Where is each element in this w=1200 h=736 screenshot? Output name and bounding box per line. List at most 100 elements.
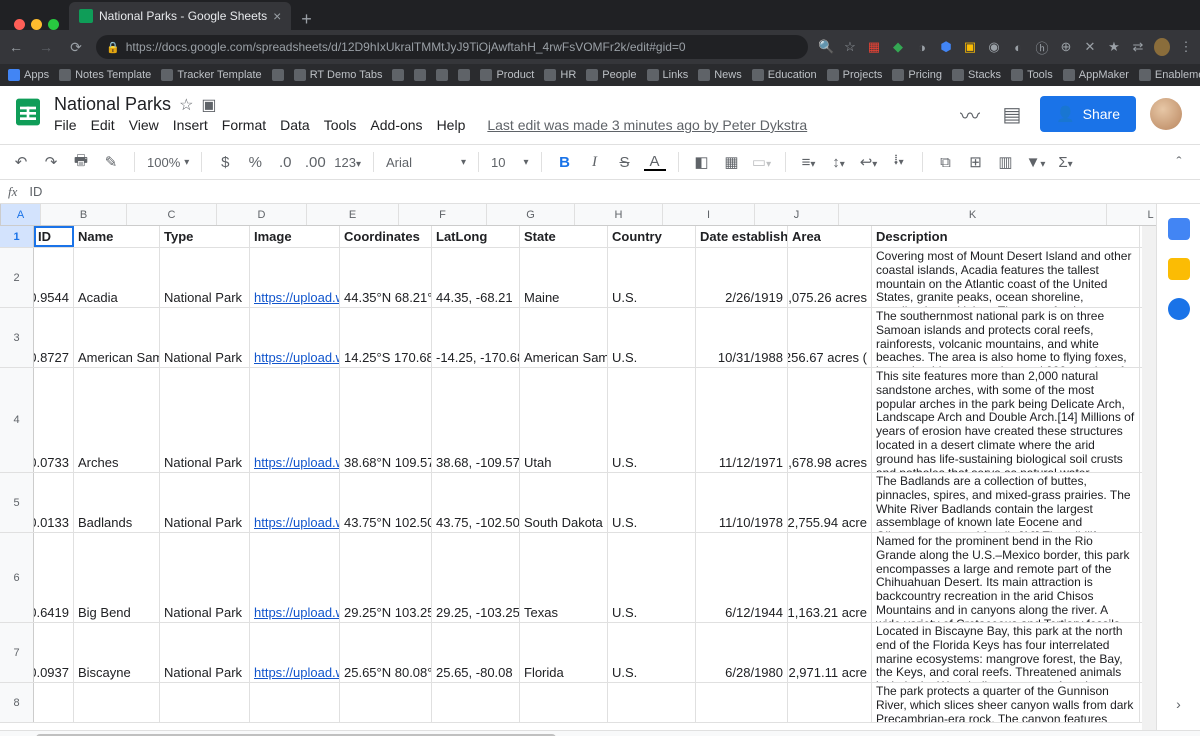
header-cell[interactable]: Date established <box>696 226 788 247</box>
fill-color-icon[interactable]: ◧ <box>691 153 713 171</box>
cell[interactable]: 0.8727 <box>34 308 74 367</box>
cell[interactable] <box>160 683 250 722</box>
filter-icon[interactable]: ▼▾ <box>1025 154 1047 171</box>
cell[interactable]: 801,163.21 acre <box>788 533 872 622</box>
header-cell[interactable]: LatLong <box>432 226 520 247</box>
col-header[interactable]: C <box>127 204 217 225</box>
header-cell[interactable]: Country <box>608 226 696 247</box>
row-header[interactable]: 1 <box>0 226 34 247</box>
cell[interactable]: 44.35, -68.21 <box>432 248 520 307</box>
menu-view[interactable]: View <box>129 117 159 133</box>
bookmark-item[interactable] <box>272 69 284 81</box>
header-cell[interactable]: ID <box>34 226 74 247</box>
decrease-decimal-icon[interactable]: .0 <box>274 154 296 171</box>
minimize-window-icon[interactable] <box>31 19 42 30</box>
activity-icon[interactable]: 〰 <box>956 100 984 129</box>
vertical-scrollbar[interactable] <box>1142 226 1156 730</box>
cell[interactable]: Arches <box>74 368 160 472</box>
cell[interactable]: 0.0133 <box>34 473 74 532</box>
cell[interactable]: National Park <box>160 533 250 622</box>
bookmark-item[interactable] <box>436 69 448 81</box>
ext-icon[interactable]: ☆ <box>842 39 858 55</box>
ext-icon[interactable]: 🔍 <box>818 39 834 55</box>
bookmark-item[interactable]: Education <box>752 69 817 81</box>
cell[interactable] <box>74 683 160 722</box>
close-tab-icon[interactable]: × <box>273 8 281 24</box>
cell[interactable]: 172,971.11 acre <box>788 623 872 682</box>
cell[interactable]: U.S. <box>608 368 696 472</box>
address-bar[interactable]: 🔒 https://docs.google.com/spreadsheets/d… <box>96 35 808 59</box>
col-header[interactable]: J <box>755 204 839 225</box>
cell[interactable]: 14.25°S 170.68 <box>340 308 432 367</box>
comments-icon[interactable]: ▤ <box>998 102 1026 127</box>
cell[interactable]: The park protects a quarter of the Gunni… <box>872 683 1140 722</box>
col-header[interactable]: B <box>41 204 127 225</box>
cell[interactable]: https://upload.wi <box>250 473 340 532</box>
ext-icon[interactable]: ◐ <box>1010 40 1026 55</box>
cell[interactable]: Big Bend <box>74 533 160 622</box>
cell[interactable]: https://upload.wi <box>250 533 340 622</box>
profile-avatar-icon[interactable] <box>1154 38 1170 56</box>
menu-format[interactable]: Format <box>222 117 266 133</box>
back-icon[interactable]: ← <box>6 39 26 55</box>
cell[interactable]: National Park <box>160 368 250 472</box>
cell[interactable] <box>520 683 608 722</box>
cell[interactable]: This site features more than 2,000 natur… <box>872 368 1140 472</box>
cell[interactable]: Biscayne <box>74 623 160 682</box>
bold-icon[interactable]: B <box>554 154 576 171</box>
cell[interactable] <box>696 683 788 722</box>
cell[interactable]: 0.0937 <box>34 623 74 682</box>
horizontal-scrollbar[interactable] <box>0 730 1200 736</box>
cell[interactable] <box>34 683 74 722</box>
forward-icon[interactable]: → <box>36 39 56 55</box>
bookmark-item[interactable]: Tools <box>1011 69 1053 81</box>
row-header[interactable]: 2 <box>0 248 34 307</box>
print-icon[interactable]: 🖶 <box>70 150 92 175</box>
doc-title[interactable]: National Parks <box>54 94 171 115</box>
borders-icon[interactable]: ▦ <box>721 153 743 171</box>
wrap-icon[interactable]: ↩▾ <box>858 153 880 171</box>
col-header[interactable]: D <box>217 204 307 225</box>
bookmark-item[interactable] <box>392 69 404 81</box>
menu-data[interactable]: Data <box>280 117 310 133</box>
redo-icon[interactable]: ↷ <box>40 153 62 171</box>
window-controls[interactable] <box>6 19 67 30</box>
move-icon[interactable]: ▣ <box>201 95 216 115</box>
merge-icon[interactable]: ▭▾ <box>751 153 773 171</box>
cell[interactable]: Florida <box>520 623 608 682</box>
cell[interactable]: 0.9544 <box>34 248 74 307</box>
cell[interactable]: https://upload.wi <box>250 623 340 682</box>
text-color-icon[interactable]: A <box>644 154 666 171</box>
header-cell[interactable]: Image <box>250 226 340 247</box>
cell[interactable]: Texas <box>520 533 608 622</box>
cell[interactable]: Badlands <box>74 473 160 532</box>
account-avatar[interactable] <box>1150 98 1182 130</box>
cell[interactable]: 2/26/1919 <box>696 248 788 307</box>
ext-icon[interactable]: ▣ <box>962 39 978 55</box>
cell[interactable]: Located in Biscayne Bay, this park at th… <box>872 623 1140 682</box>
ext-icon[interactable]: ✕ <box>1082 39 1098 55</box>
v-align-icon[interactable]: ↕▾ <box>828 154 850 171</box>
cell[interactable] <box>608 683 696 722</box>
bookmark-item[interactable]: Pricing <box>892 69 942 81</box>
bookmark-item[interactable]: Product <box>480 69 534 81</box>
cell[interactable]: 6/28/1980 <box>696 623 788 682</box>
new-tab-button[interactable]: + <box>293 9 320 30</box>
cell[interactable]: 38.68, -109.57 <box>432 368 520 472</box>
close-window-icon[interactable] <box>14 19 25 30</box>
ext-icon[interactable]: ⓗ <box>1034 38 1050 57</box>
row-header[interactable]: 5 <box>0 473 34 532</box>
cell[interactable]: U.S. <box>608 473 696 532</box>
formula-bar[interactable]: fx ID <box>0 180 1200 204</box>
bookmark-item[interactable]: Stacks <box>952 69 1001 81</box>
cell[interactable]: 25.65, -80.08 <box>432 623 520 682</box>
header-cell[interactable]: State <box>520 226 608 247</box>
share-button[interactable]: 👤 Share <box>1040 96 1136 132</box>
bookmark-item[interactable] <box>414 69 426 81</box>
cell[interactable]: https://upload.wi <box>250 308 340 367</box>
cell[interactable]: 11/10/1978 <box>696 473 788 532</box>
cell[interactable]: Acadia <box>74 248 160 307</box>
cell[interactable]: The southernmost national park is on thr… <box>872 308 1140 367</box>
apps-button[interactable]: Apps <box>8 69 49 81</box>
calendar-icon[interactable] <box>1168 218 1190 240</box>
